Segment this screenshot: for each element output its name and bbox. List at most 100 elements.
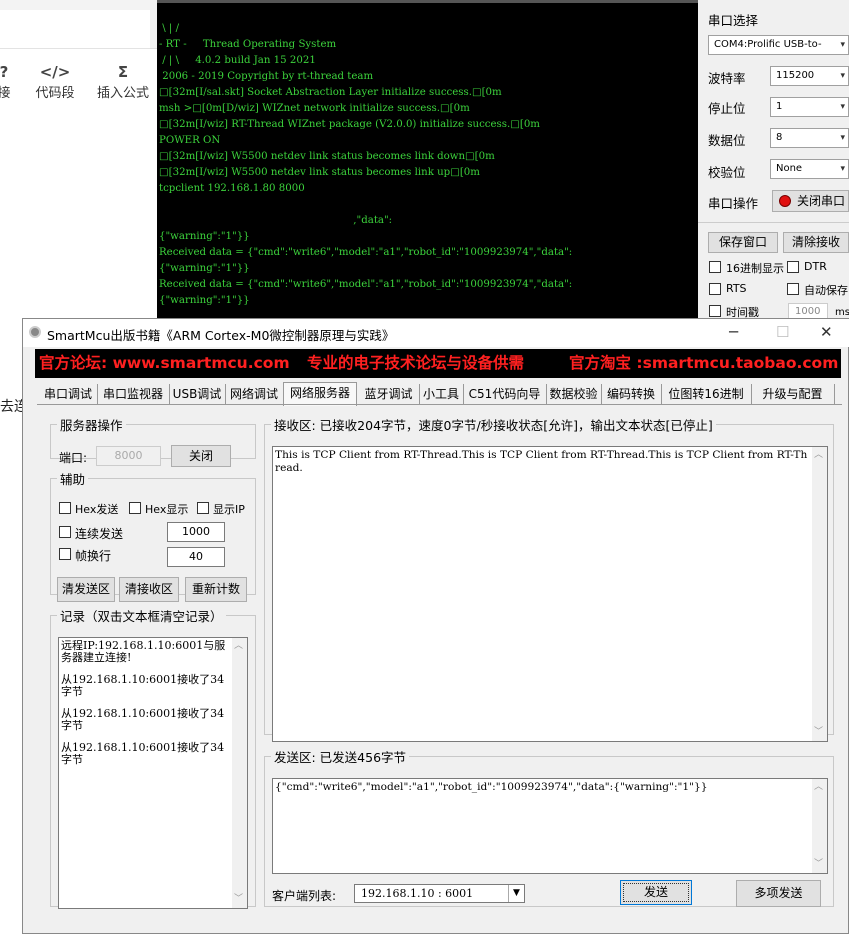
- tab-8[interactable]: 数据校验: [546, 384, 602, 404]
- terminal-line: □[32m[I/wiz] W5500 netdev link status be…: [159, 167, 480, 178]
- scroll-down-icon[interactable]: ﹀: [814, 858, 823, 871]
- tab-5[interactable]: 蓝牙调试: [358, 384, 420, 404]
- close-server-button[interactable]: 关闭: [171, 445, 231, 467]
- receive-textarea[interactable]: This is TCP Client from RT-Thread.This i…: [272, 446, 828, 742]
- tab-7[interactable]: C51代码向导: [463, 384, 547, 404]
- client-list-select[interactable]: 192.168.1.10 : 6001 ▼: [354, 884, 525, 903]
- tab-3[interactable]: 网络调试: [225, 384, 284, 404]
- hex-display-label: Hex显示: [145, 503, 189, 516]
- rts-checkbox[interactable]: [709, 283, 721, 295]
- clear-receive-area-button[interactable]: 清接收区: [119, 577, 179, 602]
- scroll-down-icon[interactable]: ﹀: [234, 893, 243, 906]
- forum-link[interactable]: 官方论坛: www.smartmcu.com: [39, 349, 290, 378]
- continuous-interval-input[interactable]: 1000: [167, 522, 225, 542]
- log-entry: 从192.168.1.10:6001接收了34字节: [61, 741, 225, 766]
- log-textarea[interactable]: 远程IP:192.168.1.10:6001与服务器建立连接! 从192.168.…: [58, 637, 248, 909]
- app-icon: [29, 326, 41, 338]
- scroll-up-icon[interactable]: ︿: [814, 449, 823, 462]
- terminal-line: {"warning":"1"}}: [159, 295, 250, 306]
- insert-formula-tool[interactable]: Σ 插入公式: [95, 62, 151, 101]
- link-tool[interactable]: ? 接: [0, 62, 14, 101]
- tab-9[interactable]: 编码转换: [601, 384, 662, 404]
- log-legend: 记录（双击文本框清空记录）: [60, 609, 223, 624]
- tab-0[interactable]: 串口调试: [39, 384, 98, 404]
- reset-count-button[interactable]: 重新计数: [185, 577, 247, 602]
- send-textarea[interactable]: {"cmd":"write6","model":"a1","robot_id":…: [272, 778, 828, 874]
- hex-send-checkbox[interactable]: [59, 502, 71, 514]
- tab-2[interactable]: USB调试: [169, 384, 226, 404]
- tab-1[interactable]: 串口监视器: [97, 384, 170, 404]
- serial-terminal-output[interactable]: \ | / - RT - Thread Operating System / | …: [157, 0, 698, 320]
- sigma-icon: Σ: [117, 63, 129, 81]
- tab-10[interactable]: 位图转16进制: [661, 384, 752, 404]
- terminal-line: □[32m[I/sal.skt] Socket Abstraction Laye…: [159, 87, 502, 98]
- baud-label: 波特率: [708, 71, 746, 86]
- shop-link[interactable]: 官方淘宝 :smartmcu.taobao.com: [569, 349, 838, 378]
- show-ip-checkbox[interactable]: [197, 502, 209, 514]
- scroll-up-icon[interactable]: ︿: [814, 781, 823, 794]
- editor-title-field[interactable]: [0, 10, 150, 49]
- terminal-line: □[32m[I/wiz] W5500 netdev link status be…: [159, 151, 495, 162]
- close-port-button[interactable]: 关闭串口: [772, 190, 849, 212]
- chevron-down-icon: ▾: [840, 164, 845, 174]
- hex-display-checkbox[interactable]: [709, 261, 721, 273]
- auto-save-checkbox[interactable]: [787, 283, 799, 295]
- terminal-line: {"warning":"1"}}: [159, 263, 250, 274]
- hex-display-checkbox[interactable]: [129, 502, 141, 514]
- receive-text: This is TCP Client from RT-Thread.This i…: [275, 449, 808, 474]
- scroll-up-icon[interactable]: ︿: [234, 640, 243, 653]
- server-ops-group: 服务器操作 端口: 8000 关闭: [50, 415, 256, 467]
- continuous-send-checkbox[interactable]: [59, 526, 71, 538]
- send-button[interactable]: 发送: [620, 880, 692, 905]
- stop-bits-value: 1: [776, 101, 783, 112]
- maximize-icon[interactable]: ☐: [776, 323, 789, 341]
- receive-scrollbar[interactable]: ︿ ﹀: [812, 447, 827, 741]
- send-text: {"cmd":"write6","model":"a1","robot_id":…: [275, 781, 708, 793]
- port-value: COM4:Prolific USB-to-: [714, 39, 822, 50]
- title-bar: SmartMcu出版书籍《ARM Cortex-M0微控制器原理与实践》 ─ ☐…: [23, 319, 849, 347]
- chevron-down-icon[interactable]: ▼: [508, 885, 524, 902]
- show-ip-label: 显示IP: [213, 503, 245, 516]
- code-snippet-tool[interactable]: </> 代码段: [33, 62, 77, 101]
- parity-select[interactable]: None ▾: [770, 159, 849, 179]
- data-bits-select[interactable]: 8 ▾: [770, 128, 849, 148]
- log-entry: 从192.168.1.10:6001接收了34字节: [61, 673, 225, 698]
- save-window-button[interactable]: 保存窗口: [708, 232, 778, 253]
- chevron-down-icon: ▾: [840, 102, 845, 112]
- stop-bits-label: 停止位: [708, 101, 746, 116]
- clear-receive-button[interactable]: 清除接收: [783, 232, 849, 253]
- data-bits-value: 8: [776, 132, 783, 143]
- log-scrollbar[interactable]: ︿ ﹀: [232, 638, 247, 908]
- tab-baseline: [37, 404, 842, 405]
- tab-6[interactable]: 小工具: [419, 384, 464, 404]
- chevron-down-icon: ▾: [840, 133, 845, 143]
- baud-select[interactable]: 115200 ▾: [770, 66, 849, 86]
- timestamp-checkbox[interactable]: [709, 305, 721, 317]
- auto-save-label: 自动保存: [804, 284, 848, 297]
- frame-interval-input[interactable]: 40: [167, 547, 225, 567]
- stop-bits-select[interactable]: 1 ▾: [770, 97, 849, 117]
- frame-newline-label: 帧换行: [75, 549, 112, 563]
- tab-11[interactable]: 升级与配置: [751, 384, 835, 404]
- continuous-send-label: 连续发送: [75, 527, 124, 541]
- frame-newline-checkbox[interactable]: [59, 548, 71, 560]
- close-port-label: 关闭串口: [797, 194, 846, 208]
- dtr-checkbox[interactable]: [787, 261, 799, 273]
- background-editor-window: ? 接 </> 代码段 Σ 插入公式: [0, 0, 157, 320]
- minimize-icon[interactable]: ─: [729, 323, 738, 341]
- log-entry: 远程IP:192.168.1.10:6001与服务器建立连接!: [61, 639, 226, 664]
- multi-send-button[interactable]: 多项发送: [736, 880, 821, 907]
- terminal-text: \ | / - RT - Thread Operating System / | …: [157, 3, 698, 309]
- clear-send-button[interactable]: 清发送区: [57, 577, 115, 602]
- link-tool-label: 接: [0, 86, 11, 101]
- close-icon[interactable]: ✕: [820, 323, 833, 341]
- port-select[interactable]: COM4:Prolific USB-to- ▾: [708, 35, 849, 55]
- server-port-input[interactable]: 8000: [96, 446, 161, 466]
- terminal-line: / | \ 4.0.2 build Jan 15 2021: [159, 55, 316, 66]
- tab-4[interactable]: 网络服务器: [283, 382, 357, 406]
- send-scrollbar[interactable]: ︿ ﹀: [812, 779, 827, 873]
- scroll-down-icon[interactable]: ﹀: [814, 726, 823, 739]
- insert-formula-label: 插入公式: [96, 86, 149, 101]
- terminal-line: 2006 - 2019 Copyright by rt-thread team: [159, 71, 374, 82]
